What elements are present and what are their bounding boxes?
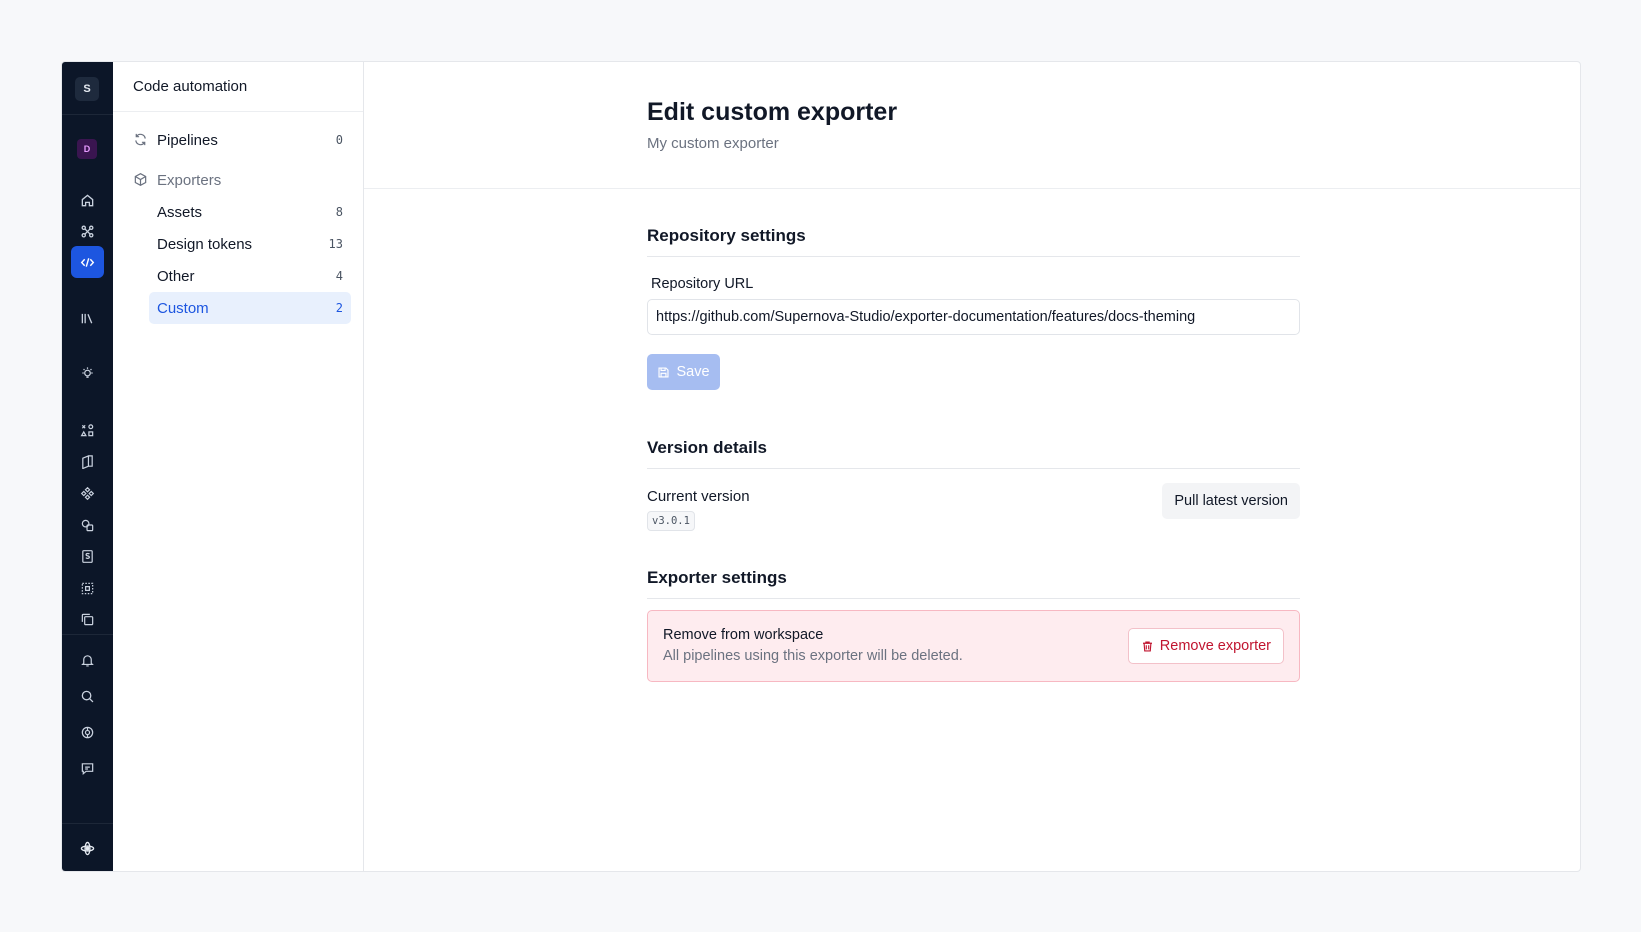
docs-icon[interactable] [71, 445, 104, 477]
sidebar-item-pipelines[interactable]: Pipelines 0 [133, 124, 351, 156]
sidebar-title: Code automation [113, 62, 363, 112]
home-icon[interactable] [71, 184, 104, 216]
page-header: Edit custom exporter My custom exporter [364, 62, 1580, 189]
danger-zone-description: All pipelines using this exporter will b… [663, 648, 963, 664]
repository-url-input[interactable] [647, 299, 1300, 335]
search-icon[interactable] [71, 680, 104, 712]
remove-exporter-button[interactable]: Remove exporter [1127, 628, 1284, 664]
save-button[interactable]: Save [647, 354, 720, 390]
design-system-avatar[interactable]: D [77, 139, 97, 159]
layers-icon[interactable] [71, 509, 104, 541]
version-details-title: Version details [647, 438, 1300, 469]
current-version-badge: v3.0.1 [647, 511, 695, 531]
current-version-label: Current version [647, 488, 750, 505]
remove-exporter-label: Remove exporter [1159, 638, 1271, 654]
sidebar-group-exporters[interactable]: Exporters [133, 164, 351, 196]
pull-latest-version-button[interactable]: Pull latest version [1162, 483, 1300, 519]
supernova-logo-icon[interactable] [71, 832, 104, 864]
trash-icon [1142, 640, 1152, 652]
shapes-icon[interactable] [71, 414, 104, 446]
page-subtitle: My custom exporter [647, 135, 779, 152]
storybook-icon[interactable] [71, 540, 104, 572]
sidebar-item-assets[interactable]: Assets 8 [149, 196, 351, 228]
package-icon [133, 172, 149, 188]
sidebar-group-label: Exporters [157, 171, 222, 189]
icon-rail: S D [62, 62, 113, 871]
sidebar-item-label: Assets [157, 203, 203, 221]
sidebar-item-count: 13 [328, 237, 343, 251]
sidebar-item-custom[interactable]: Custom 2 [149, 292, 351, 324]
code-icon[interactable] [71, 246, 104, 278]
sidebar-item-count: 0 [335, 133, 343, 147]
workspace-avatar[interactable]: S [75, 77, 99, 101]
danger-zone-title: Remove from workspace [663, 627, 824, 643]
frame-icon[interactable] [71, 572, 104, 604]
rail-divider [62, 823, 113, 824]
save-button-label: Save [676, 364, 710, 380]
secondary-sidebar: Code automation Pipelines 0 Exporters As… [113, 62, 364, 871]
connections-icon[interactable] [71, 215, 104, 247]
bell-icon[interactable] [71, 644, 104, 676]
sidebar-item-design-tokens[interactable]: Design tokens 13 [149, 228, 351, 260]
sidebar-item-count: 2 [335, 301, 343, 315]
app-window: S D Code automation Pipelines 0 Exporter… [61, 61, 1581, 872]
save-icon [658, 366, 670, 378]
sidebar-item-label: Pipelines [157, 131, 218, 149]
sidebar-item-label: Other [157, 267, 195, 285]
main-content: Edit custom exporter My custom exporter … [364, 62, 1580, 871]
sidebar-item-count: 4 [335, 269, 343, 283]
danger-zone: Remove from workspace All pipelines usin… [647, 610, 1300, 682]
library-icon[interactable] [71, 302, 104, 334]
sidebar-item-count: 8 [335, 205, 343, 219]
rail-divider [62, 634, 113, 635]
copy-icon[interactable] [71, 603, 104, 635]
rail-divider [62, 114, 113, 115]
component-icon[interactable] [71, 477, 104, 509]
sidebar-item-other[interactable]: Other 4 [149, 260, 351, 292]
exporter-settings-title: Exporter settings [647, 568, 1300, 599]
pipelines-icon [133, 132, 149, 148]
repository-settings-title: Repository settings [647, 226, 1300, 257]
chat-icon[interactable] [71, 752, 104, 784]
sync-icon[interactable] [71, 716, 104, 748]
sidebar-item-label: Design tokens [157, 235, 253, 253]
lightbulb-icon[interactable] [71, 357, 104, 389]
page-title: Edit custom exporter [647, 98, 898, 126]
repository-url-label: Repository URL [651, 276, 754, 292]
sidebar-item-label: Custom [157, 299, 209, 317]
